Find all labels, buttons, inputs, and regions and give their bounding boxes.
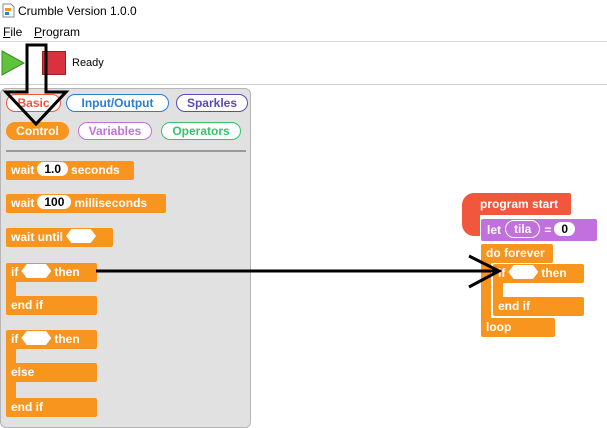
- block-palette: Basic Input/Output Sparkles Control Vari…: [0, 88, 251, 428]
- tab-variables[interactable]: Variables: [78, 122, 152, 140]
- block-label: if: [11, 265, 19, 279]
- block-label: wait until: [11, 230, 63, 244]
- if-header[interactable]: if then: [6, 330, 97, 349]
- script-if-stem: [493, 282, 503, 298]
- stop-button[interactable]: [42, 51, 66, 75]
- title-bar: Crumble Version 1.0.0: [0, 0, 607, 22]
- condition-slot[interactable]: [66, 229, 96, 243]
- block-label: if: [498, 266, 506, 280]
- block-label: wait: [11, 196, 35, 210]
- block-label: program start: [480, 197, 559, 211]
- menu-file[interactable]: File: [3, 25, 22, 39]
- block-label: do forever: [486, 246, 545, 260]
- program-start-block[interactable]: program start: [462, 193, 571, 215]
- tab-operators[interactable]: Operators: [161, 122, 241, 140]
- if-stem: [6, 348, 16, 364]
- program-start-tail: [462, 214, 480, 236]
- if-stem: [6, 281, 16, 297]
- status-text: Ready: [72, 57, 104, 69]
- window-title: Crumble Version 1.0.0: [18, 4, 137, 18]
- condition-slot[interactable]: [21, 264, 52, 278]
- block-label: let: [487, 223, 502, 237]
- block-label: loop: [486, 320, 512, 334]
- tab-input-output[interactable]: Input/Output: [66, 94, 169, 112]
- block-label: else: [11, 365, 35, 379]
- block-label: end if: [498, 299, 530, 313]
- block-label: wait: [11, 163, 35, 177]
- tab-basic[interactable]: Basic: [6, 94, 61, 112]
- run-button[interactable]: [1, 50, 25, 76]
- end-if-footer: end if: [6, 398, 97, 417]
- wait-value[interactable]: 1.0: [37, 162, 69, 176]
- wait-seconds-block[interactable]: wait 1.0 seconds: [6, 161, 134, 180]
- condition-slot[interactable]: [21, 331, 52, 345]
- toolbar: Ready: [0, 42, 607, 85]
- palette-divider: [6, 150, 246, 152]
- else-section: else: [6, 363, 97, 382]
- block-label: seconds: [71, 163, 120, 177]
- forever-stem: [481, 262, 491, 320]
- else-stem: [6, 381, 16, 399]
- condition-slot[interactable]: [508, 265, 539, 279]
- block-label: then: [541, 266, 567, 280]
- block-label: end if: [11, 298, 43, 312]
- tab-sparkles[interactable]: Sparkles: [176, 94, 248, 112]
- equals-sign: =: [544, 223, 552, 237]
- wait-until-block[interactable]: wait until: [6, 228, 113, 247]
- block-label: end if: [11, 400, 43, 414]
- menu-bar: File Program: [0, 23, 607, 42]
- script-end-if-footer: end if: [493, 297, 584, 316]
- script-if-header[interactable]: if then: [493, 264, 584, 283]
- end-if-footer: end if: [6, 296, 97, 315]
- block-label: if: [11, 332, 19, 346]
- block-label: then: [54, 332, 80, 346]
- if-header[interactable]: if then: [6, 263, 97, 282]
- wait-milliseconds-block[interactable]: wait 100 milliseconds: [6, 194, 166, 213]
- tab-control[interactable]: Control: [6, 122, 69, 140]
- do-forever-block[interactable]: do forever: [481, 244, 553, 263]
- ms-value[interactable]: 100: [37, 195, 72, 209]
- let-value[interactable]: 0: [554, 222, 576, 236]
- menu-program[interactable]: Program: [34, 25, 80, 39]
- let-variable-block[interactable]: let tila = 0: [481, 219, 597, 241]
- loop-footer: loop: [481, 318, 555, 337]
- block-label: then: [54, 265, 80, 279]
- variable-name[interactable]: tila: [505, 220, 541, 238]
- app-icon: [2, 3, 15, 18]
- block-label: milliseconds: [74, 196, 148, 210]
